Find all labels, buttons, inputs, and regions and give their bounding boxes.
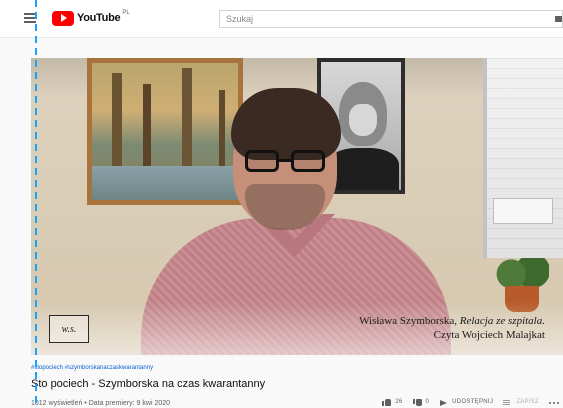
video-frame: w.s. Wisława Szymborska, Relacja ze szpi… (31, 58, 563, 355)
share-icon (439, 399, 448, 406)
stats-row: 1012 wyświetleń • Data premiery: 9 kwi 2… (31, 397, 563, 408)
save-button[interactable]: ZAPISZ (503, 399, 539, 406)
more-icon (549, 399, 559, 406)
save-label: ZAPISZ (516, 399, 539, 405)
save-icon (503, 399, 512, 406)
left-lens (245, 150, 279, 172)
caption-author: Wisława Szymborska, (359, 315, 457, 327)
share-label: UDOSTĘPNIJ (452, 399, 494, 405)
background-window (483, 58, 563, 258)
youtube-logo[interactable]: YouTube PL (52, 10, 130, 26)
video-player[interactable]: w.s. Wisława Szymborska, Relacja ze szpi… (31, 58, 563, 355)
ws-badge: w.s. (49, 315, 89, 343)
thumb-down-icon (412, 398, 422, 406)
youtube-logo-icon (52, 10, 74, 26)
ws-badge-text: w.s. (61, 323, 77, 335)
caption-line-1: Wisława Szymborska, Relacja ze szpitala. (285, 314, 545, 328)
search-icon[interactable] (554, 14, 562, 24)
glasses-bridge (279, 159, 291, 162)
hashtags[interactable]: #stopociech #szymborskanaczaskwarantanny (31, 364, 563, 373)
share-button[interactable]: UDOSTĘPNIJ (439, 399, 493, 406)
youtube-logo-text: YouTube (77, 12, 121, 24)
like-count: 26 (395, 399, 403, 405)
dislike-button[interactable]: 0 (412, 398, 430, 406)
right-lens (291, 150, 325, 172)
video-actions: 26 0 UDOSTĘPNIJ ZAPISZ (372, 396, 563, 408)
top-bar: YouTube PL (0, 0, 563, 38)
youtube-region-label: PL (122, 10, 130, 16)
search-input[interactable] (220, 11, 540, 27)
thumb-up-icon (382, 398, 392, 406)
dislike-count: 0 (425, 399, 430, 405)
caption-work: Relacja ze szpitala. (459, 315, 545, 327)
background-notes (493, 198, 553, 224)
video-title: Sto pociech - Szymborska na czas kwarant… (31, 378, 266, 390)
dashed-selection-marker (35, 0, 37, 408)
search-box (219, 10, 563, 28)
more-button[interactable] (549, 399, 563, 406)
caption-line-2: Czyta Wojciech Malajkat (433, 329, 545, 341)
speaker-glasses (245, 150, 325, 174)
views-and-date: 1012 wyświetleń • Data premiery: 9 kwi 2… (31, 399, 171, 407)
video-caption: Wisława Szymborska, Relacja ze szpitala.… (285, 314, 545, 342)
video-meta: #stopociech #szymborskanaczaskwarantanny… (31, 364, 563, 408)
like-button[interactable]: 26 (382, 398, 403, 406)
